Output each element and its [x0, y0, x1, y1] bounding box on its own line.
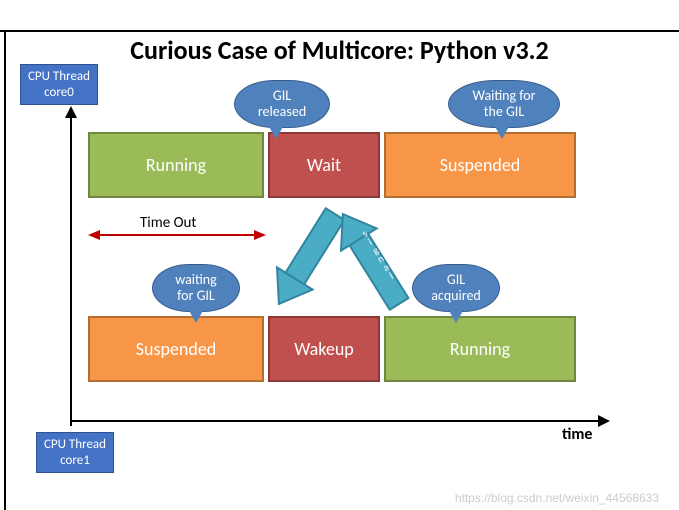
timeout-label: Time Out	[140, 214, 196, 232]
cpu-thread-core0-badge: CPU Thread core0	[20, 64, 98, 105]
state-suspended-top: Suspended	[384, 132, 576, 198]
state-wakeup-bot: Wakeup	[268, 316, 380, 382]
cpu1-line1: CPU Thread	[43, 437, 107, 453]
x-axis-line	[70, 420, 600, 422]
x-axis-label: time	[562, 425, 592, 444]
bubble-gil-acquired: GIL acquired	[412, 264, 500, 312]
cpu1-line2: core1	[43, 453, 107, 469]
bubble-waiting-gil-bot-tail-icon	[188, 309, 204, 323]
watermark: https://blog.csdn.net/weixin_44568633	[455, 491, 659, 505]
bubble-waiting-gil-top: Waiting for the GIL	[448, 80, 560, 128]
x-axis-arrow-icon	[598, 415, 610, 427]
state-running-top: Running	[88, 132, 264, 198]
bubble-gil-released: GIL released	[234, 80, 330, 128]
timeout-line	[98, 234, 256, 236]
cpu0-line2: core0	[27, 85, 91, 101]
state-running-bot: Running	[384, 316, 576, 382]
diagram-title: Curious Case of Multicore: Python v3.2	[0, 34, 679, 66]
state-wait-top: Wait	[268, 132, 380, 198]
bubble-waiting-gil-bot: waiting for GIL	[152, 264, 240, 312]
diagram: Curious Case of Multicore: Python v3.2 C…	[0, 0, 679, 510]
cpu0-line1: CPU Thread	[27, 69, 91, 85]
frame-top-border	[0, 30, 679, 32]
bubble-gil-released-tail-icon	[268, 125, 284, 139]
bubble-waiting-gil-top-tail-icon	[494, 125, 510, 139]
cpu-thread-core1-badge: CPU Thread core1	[36, 432, 114, 473]
y-axis-line	[70, 116, 72, 426]
bubble-gil-acquired-tail-icon	[448, 309, 464, 323]
state-suspended-bot: Suspended	[88, 316, 264, 382]
frame-left-border	[4, 30, 6, 510]
signal-arrow-up-icon	[326, 200, 416, 318]
y-axis-arrow-icon	[65, 106, 77, 118]
